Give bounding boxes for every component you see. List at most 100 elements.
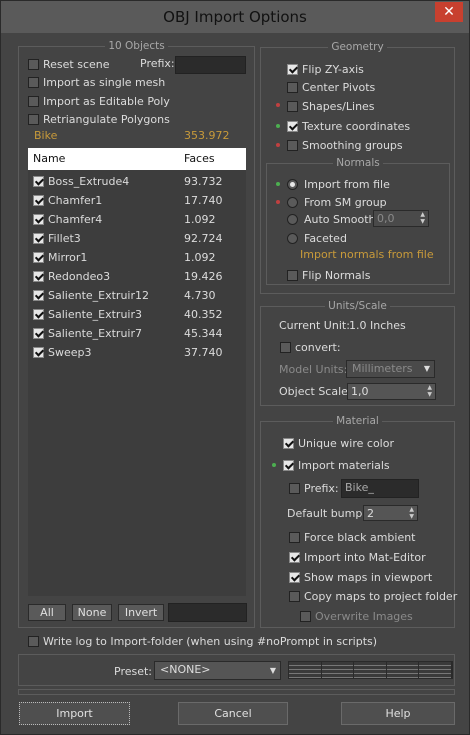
current-unit-label: Current Unit: <box>279 319 350 332</box>
write-log-checkbox[interactable]: Write log to Import-folder (when using #… <box>28 633 377 649</box>
convert-checkbox[interactable]: convert: <box>280 339 341 355</box>
objects-prefix-input[interactable] <box>175 56 246 74</box>
reset-scene-checkbox[interactable]: Reset scene <box>28 56 110 72</box>
single-mesh-box[interactable] <box>28 76 39 88</box>
table-row[interactable]: Saliente_Extruir7 45.344 <box>28 325 246 342</box>
material-prefix-input[interactable]: Bike_ <box>341 479 419 498</box>
auto-smooth-spinner[interactable]: 0,0 ▲ ▼ <box>373 210 429 227</box>
dropdown-arrow-icon: ▼ <box>269 666 276 675</box>
center-pivots-box[interactable] <box>287 81 298 93</box>
objects-group-title: 10 Objects <box>105 40 168 52</box>
import-materials-box[interactable] <box>283 459 294 471</box>
copy-maps-box[interactable] <box>289 590 300 602</box>
table-row[interactable]: Mirror1 1.092 <box>28 249 246 266</box>
write-log-box[interactable] <box>28 635 39 647</box>
table-row[interactable]: Saliente_Extruir12 4.730 <box>28 287 246 304</box>
preset-dropdown[interactable]: <NONE> ▼ <box>154 661 281 680</box>
retriangulate-box[interactable] <box>28 113 39 125</box>
auto-smooth-radio-button[interactable] <box>287 213 298 225</box>
table-row[interactable]: Fillet3 92.724 <box>28 230 246 247</box>
flip-normals-checkbox[interactable]: Flip Normals <box>287 267 370 283</box>
faceted-radio[interactable]: Faceted <box>287 230 347 246</box>
show-maps-box[interactable] <box>289 571 300 583</box>
retriangulate-checkbox[interactable]: Retriangulate Polygons <box>28 111 170 127</box>
object-scale-spinner[interactable]: 1,0 ▲ ▼ <box>347 383 436 400</box>
preset-save-icon[interactable] <box>289 662 322 678</box>
overwrite-images-checkbox[interactable]: Overwrite Images <box>300 608 413 624</box>
auto-smooth-radio[interactable]: Auto Smooth: <box>287 211 379 227</box>
convert-box[interactable] <box>280 341 291 353</box>
faceted-radio-button[interactable] <box>287 232 298 244</box>
preset-delete-icon[interactable] <box>386 662 420 678</box>
import-button[interactable]: Import <box>19 702 130 725</box>
close-icon[interactable]: ✕ <box>435 2 463 22</box>
from-sm-group-radio-button[interactable] <box>287 196 298 208</box>
material-prefix-checkbox[interactable]: Prefix: <box>289 480 339 496</box>
table-row[interactable]: Redondeo3 19.426 <box>28 268 246 285</box>
mat-editor-checkbox[interactable]: Import into Mat-Editor <box>289 549 426 565</box>
smoothing-groups-checkbox[interactable]: Smoothing groups <box>287 137 403 153</box>
texture-coords-checkbox[interactable]: Texture coordinates <box>287 118 410 134</box>
material-prefix-box[interactable] <box>289 482 300 494</box>
cancel-button[interactable]: Cancel <box>178 702 288 725</box>
editable-poly-box[interactable] <box>28 95 39 107</box>
row-checkbox[interactable] <box>33 347 44 358</box>
unique-wire-checkbox[interactable]: Unique wire color <box>283 435 394 451</box>
from-sm-group-radio[interactable]: From SM group <box>287 194 387 210</box>
row-checkbox[interactable] <box>33 214 44 225</box>
spinner-arrows-icon[interactable]: ▲ ▼ <box>420 211 425 225</box>
table-row[interactable]: Boss_Extrude4 93.732 <box>28 173 246 190</box>
mat-editor-box[interactable] <box>289 551 300 563</box>
flip-zy-box[interactable] <box>287 63 298 75</box>
row-checkbox[interactable] <box>33 290 44 301</box>
table-row[interactable]: Chamfer4 1.092 <box>28 211 246 228</box>
select-none-button[interactable]: None <box>72 604 112 621</box>
row-checkbox[interactable] <box>33 252 44 263</box>
unique-wire-box[interactable] <box>283 437 294 449</box>
overwrite-images-box[interactable] <box>300 610 311 622</box>
force-black-box[interactable] <box>289 531 300 543</box>
preset-load-icon[interactable] <box>321 662 355 678</box>
table-row[interactable]: Chamfer1 17.740 <box>28 192 246 209</box>
row-checkbox[interactable] <box>33 176 44 187</box>
help-button[interactable]: Help <box>341 702 455 725</box>
spinner-arrows-icon[interactable]: ▲ ▼ <box>427 384 432 398</box>
spinner-arrows-icon[interactable]: ▲ ▼ <box>409 506 414 520</box>
row-checkbox[interactable] <box>33 271 44 282</box>
shapes-lines-checkbox[interactable]: Shapes/Lines <box>287 98 375 114</box>
select-all-button[interactable]: All <box>28 604 66 621</box>
copy-maps-checkbox[interactable]: Copy maps to project folder <box>289 588 457 604</box>
objects-list[interactable]: Name Faces Boss_Extrude4 93.732 Chamfer1 17… <box>28 148 246 596</box>
texture-coords-box[interactable] <box>287 120 298 132</box>
obj-import-dialog: OBJ Import Options ✕ 10 Objects Reset sc… <box>0 0 470 735</box>
row-checkbox[interactable] <box>33 233 44 244</box>
preset-add-icon[interactable] <box>354 662 387 678</box>
preset-toolbar[interactable] <box>288 661 453 679</box>
import-from-file-radio-button[interactable] <box>287 178 298 190</box>
table-row[interactable]: Saliente_Extruir3 40.352 <box>28 306 246 323</box>
show-maps-checkbox[interactable]: Show maps in viewport <box>289 569 432 585</box>
import-from-file-radio[interactable]: Import from file <box>287 176 390 192</box>
col-faces-header[interactable]: Faces <box>184 152 215 165</box>
force-black-checkbox[interactable]: Force black ambient <box>289 529 416 545</box>
single-mesh-checkbox[interactable]: Import as single mesh <box>28 74 165 90</box>
import-materials-checkbox[interactable]: Import materials <box>283 457 390 473</box>
flip-zy-checkbox[interactable]: Flip ZY-axis <box>287 61 364 77</box>
row-checkbox[interactable] <box>33 309 44 320</box>
smoothing-groups-box[interactable] <box>287 139 298 151</box>
model-units-dropdown[interactable]: Millimeters ▼ <box>346 360 435 378</box>
default-bump-spinner[interactable]: 2 ▲ ▼ <box>363 505 418 521</box>
center-pivots-checkbox[interactable]: Center Pivots <box>287 79 375 95</box>
row-checkbox[interactable] <box>33 328 44 339</box>
table-row[interactable]: Sweep3 37.740 <box>28 344 246 361</box>
copy-maps-label: Copy maps to project folder <box>304 589 458 603</box>
row-checkbox[interactable] <box>33 195 44 206</box>
invert-selection-button[interactable]: Invert <box>118 604 164 621</box>
shapes-lines-box[interactable] <box>287 100 298 112</box>
reset-scene-box[interactable] <box>28 58 39 70</box>
flip-normals-box[interactable] <box>287 269 298 281</box>
preset-menu-icon[interactable] <box>419 662 452 678</box>
editable-poly-checkbox[interactable]: Import as Editable Poly <box>28 93 170 109</box>
filter-input[interactable] <box>168 603 247 622</box>
col-name-header[interactable]: Name <box>33 152 65 165</box>
